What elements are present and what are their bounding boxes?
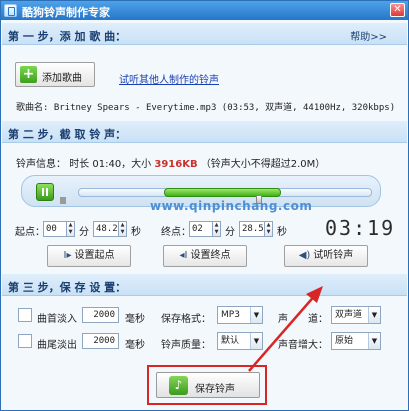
- annotation-arrow: [248, 286, 323, 372]
- music-note-icon: ♪: [169, 376, 188, 395]
- save-ringtone-button[interactable]: ♪ 保存铃声: [156, 372, 260, 398]
- app-window: 酷狗铃声制作专家 ✕ 第 一 步，添 加 歌 曲： 帮助>> + 添加歌曲 试听…: [0, 0, 409, 411]
- save-ringtone-label: 保存铃声: [195, 384, 235, 395]
